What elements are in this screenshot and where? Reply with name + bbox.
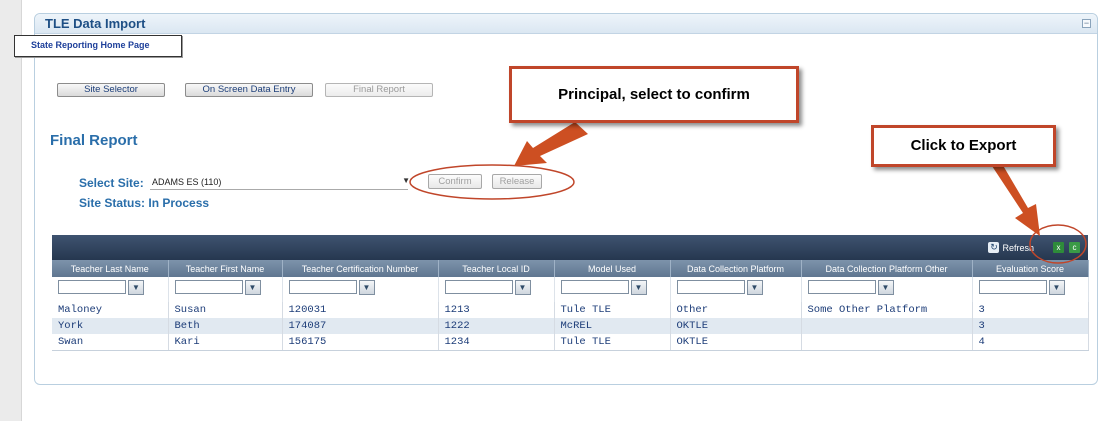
- refresh-label: Refresh: [1002, 242, 1034, 253]
- filter-icon[interactable]: ▼: [128, 279, 144, 295]
- refresh-button[interactable]: ↻ Refresh: [988, 242, 1034, 253]
- filter-cell: ▼: [282, 277, 439, 302]
- table-cell: Beth: [168, 318, 283, 334]
- filter-cell: ▼: [168, 277, 283, 302]
- column-header[interactable]: Teacher Local ID: [438, 260, 555, 277]
- column-header[interactable]: Teacher First Name: [168, 260, 283, 277]
- filter-icon[interactable]: ▼: [877, 279, 894, 295]
- teacher-table: Teacher Last Name Teacher First Name Tea…: [52, 260, 1089, 351]
- filter-row: ▼ ▼ ▼ ▼ ▼ ▼ ▼ ▼: [52, 277, 1089, 302]
- table-cell: Swan: [52, 334, 169, 351]
- left-gutter: [0, 0, 22, 421]
- table-cell: Tule TLE: [554, 334, 671, 351]
- table-cell: Susan: [168, 302, 283, 318]
- column-header[interactable]: Data Collection Platform: [670, 260, 802, 277]
- filter-input[interactable]: [560, 280, 629, 295]
- filter-input[interactable]: [288, 280, 357, 295]
- principal-callout: Principal, select to confirm: [509, 66, 799, 123]
- table-cell: Other: [670, 302, 802, 318]
- table-cell: OKTLE: [670, 318, 802, 334]
- header-row: Teacher Last Name Teacher First Name Tea…: [52, 260, 1089, 277]
- final-report-button[interactable]: Final Report: [325, 83, 433, 97]
- table-cell: 3: [972, 302, 1089, 318]
- table-cell: Some Other Platform: [801, 302, 973, 318]
- filter-cell: ▼: [554, 277, 671, 302]
- column-header[interactable]: Data Collection Platform Other: [801, 260, 973, 277]
- filter-input[interactable]: [807, 280, 876, 295]
- filter-input[interactable]: [444, 280, 513, 295]
- filter-input[interactable]: [676, 280, 745, 295]
- export-callout: Click to Export: [871, 125, 1056, 167]
- collapse-icon[interactable]: −: [1082, 19, 1091, 28]
- state-reporting-home-link[interactable]: State Reporting Home Page: [14, 35, 182, 57]
- filter-input[interactable]: [58, 280, 126, 295]
- grid-toolbar: ↻ Refresh x c: [52, 235, 1088, 260]
- filter-control: ▼: [174, 279, 261, 295]
- filter-control: ▼: [560, 279, 647, 295]
- filter-icon[interactable]: ▼: [746, 279, 763, 295]
- filter-input[interactable]: [174, 280, 243, 295]
- filter-control: ▼: [444, 279, 531, 295]
- section-title: Final Report: [50, 132, 138, 149]
- filter-cell: ▼: [972, 277, 1089, 302]
- filter-cell: ▼: [801, 277, 973, 302]
- filter-icon[interactable]: ▼: [630, 279, 647, 295]
- column-header[interactable]: Model Used: [554, 260, 671, 277]
- table-cell: OKTLE: [670, 334, 802, 351]
- site-select-value: ADAMS ES (110): [152, 177, 222, 187]
- column-header[interactable]: Teacher Certification Number: [282, 260, 439, 277]
- table-cell: McREL: [554, 318, 671, 334]
- confirm-button[interactable]: Confirm: [428, 174, 482, 189]
- table-row[interactable]: Maloney Susan 120031 1213 Tule TLE Other…: [52, 302, 1089, 318]
- site-status-label-text: Site Status:: [79, 196, 146, 210]
- filter-control: ▼: [288, 279, 375, 295]
- table-cell: Kari: [168, 334, 283, 351]
- panel-title: TLE Data Import: [45, 16, 146, 31]
- column-header[interactable]: Teacher Last Name: [52, 260, 169, 277]
- table-cell: Maloney: [52, 302, 169, 318]
- filter-cell: ▼: [670, 277, 802, 302]
- panel-header: TLE Data Import −: [35, 14, 1097, 34]
- table-cell: 4: [972, 334, 1089, 351]
- table-cell: 174087: [282, 318, 439, 334]
- filter-icon[interactable]: ▼: [514, 279, 531, 295]
- table-cell: [801, 334, 973, 351]
- table-row[interactable]: Swan Kari 156175 1234 Tule TLE OKTLE 4: [52, 334, 1089, 351]
- table-cell: 1234: [438, 334, 555, 351]
- filter-icon[interactable]: ▼: [244, 279, 261, 295]
- filter-icon[interactable]: ▼: [358, 279, 375, 295]
- table-cell: 156175: [282, 334, 439, 351]
- table-cell: Tule TLE: [554, 302, 671, 318]
- filter-input[interactable]: [978, 280, 1047, 295]
- select-site-label: Select Site:: [79, 176, 144, 190]
- filter-control: ▼: [58, 279, 144, 295]
- site-select-dropdown[interactable]: ADAMS ES (110) ▼: [150, 176, 410, 190]
- on-screen-data-entry-button[interactable]: On Screen Data Entry: [185, 83, 313, 97]
- table-row[interactable]: York Beth 174087 1222 McREL OKTLE 3: [52, 318, 1089, 334]
- site-status-value: In Process: [148, 196, 210, 210]
- filter-control: ▼: [676, 279, 763, 295]
- excel-export-icon[interactable]: x: [1053, 242, 1064, 253]
- column-header[interactable]: Evaluation Score: [972, 260, 1089, 277]
- table-cell: 1213: [438, 302, 555, 318]
- table-cell: 1222: [438, 318, 555, 334]
- teacher-data-grid: ↻ Refresh x c Teacher Last Name Teacher …: [52, 235, 1089, 351]
- table-cell: [801, 318, 973, 334]
- table-cell: York: [52, 318, 169, 334]
- filter-control: ▼: [978, 279, 1065, 295]
- filter-control: ▼: [807, 279, 894, 295]
- dropdown-arrow-icon[interactable]: ▼: [402, 176, 410, 185]
- table-cell: 3: [972, 318, 1089, 334]
- table-cell: 120031: [282, 302, 439, 318]
- site-status-label: Site Status: In Process: [79, 196, 209, 210]
- csv-export-icon[interactable]: c: [1069, 242, 1080, 253]
- site-selector-button[interactable]: Site Selector: [57, 83, 165, 97]
- refresh-icon: ↻: [988, 242, 1000, 253]
- filter-cell: ▼: [52, 277, 169, 302]
- filter-icon[interactable]: ▼: [1048, 279, 1065, 295]
- release-button[interactable]: Release: [492, 174, 542, 189]
- filter-cell: ▼: [438, 277, 555, 302]
